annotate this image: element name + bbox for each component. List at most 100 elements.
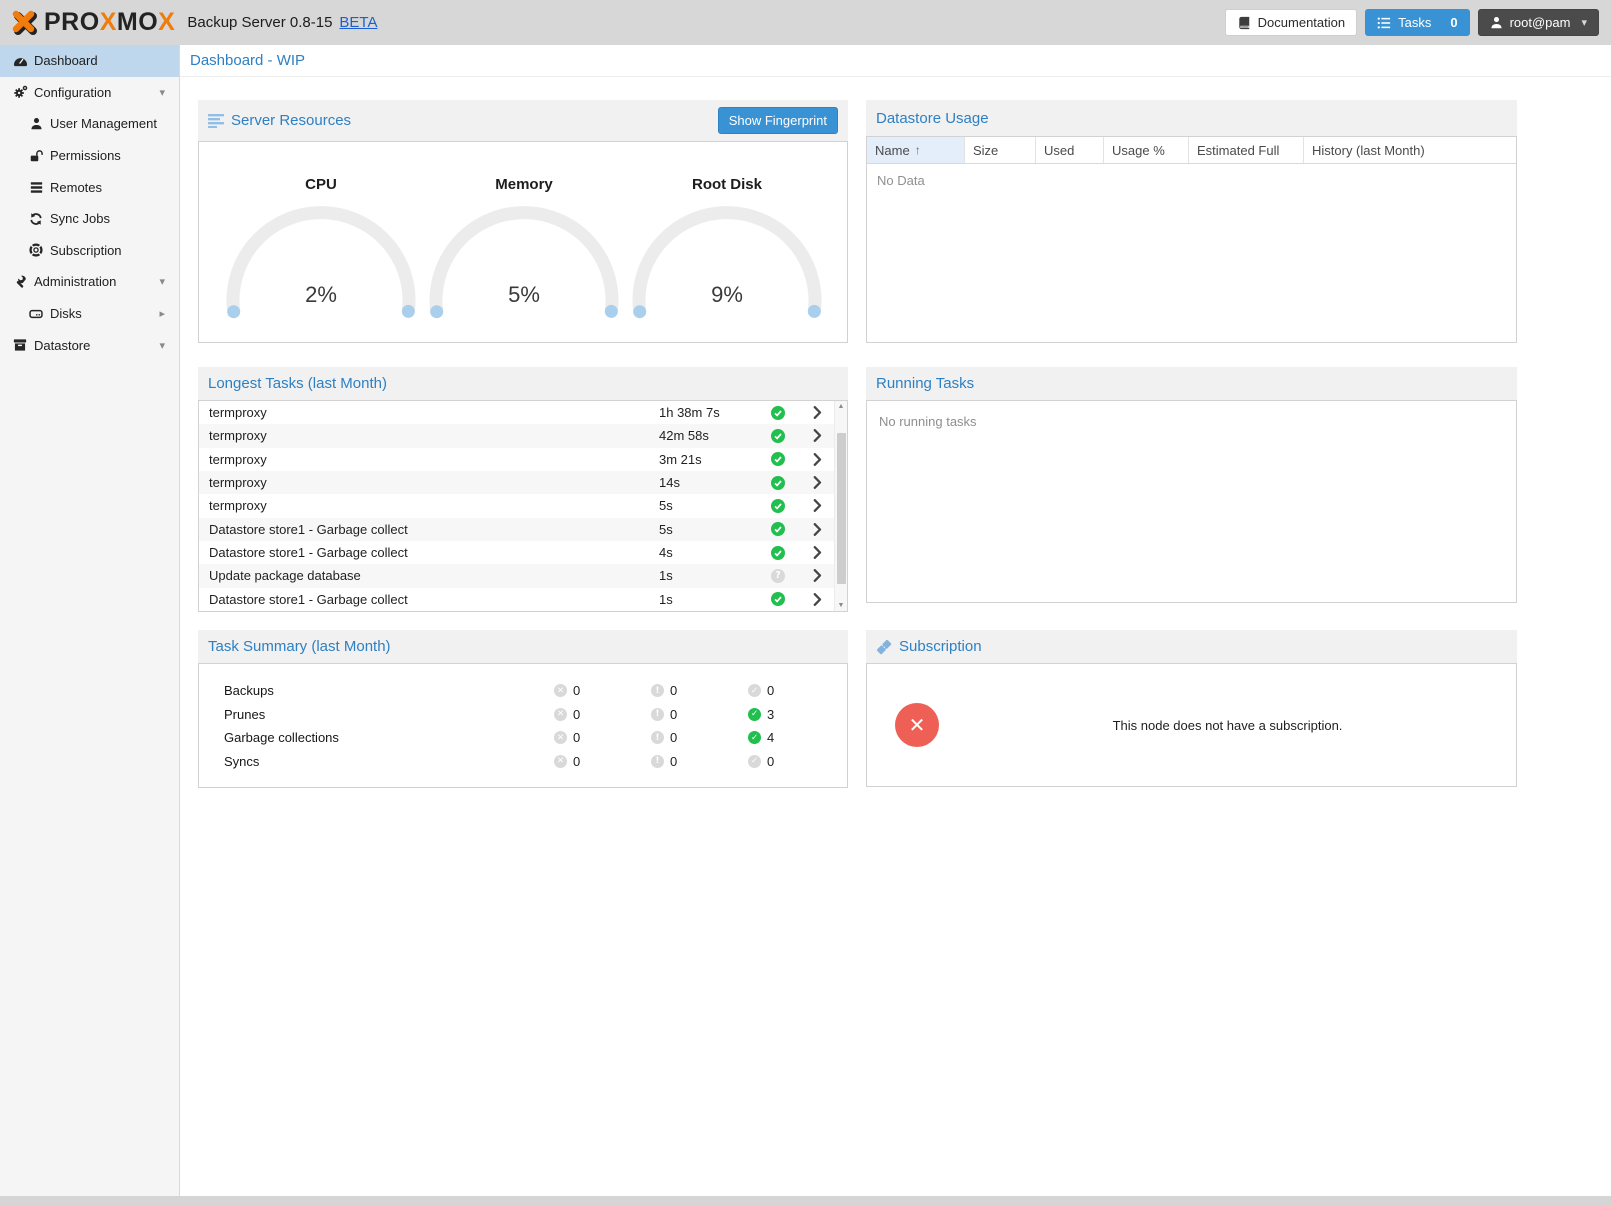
ok-count[interactable]: ✓3 [748,707,847,722]
sidebar-item-dashboard[interactable]: Dashboard [0,45,179,77]
summary-label: Syncs [224,754,554,769]
tasks-button[interactable]: Tasks 0 [1365,9,1469,36]
scrollbar-thumb[interactable] [837,433,846,584]
sidebar-item-configuration[interactable]: Configuration ▾ [0,77,179,109]
root-disk-gauge: Root Disk 9% [632,142,822,342]
error-count[interactable]: ✕0 [554,707,651,722]
chevron-right-icon[interactable] [799,476,835,489]
task-duration: 1s [659,568,757,583]
sidebar-label: Datastore [34,338,90,353]
beta-link[interactable]: BETA [339,14,377,31]
warning-count[interactable]: !0 [651,707,748,722]
warning-count[interactable]: !0 [651,683,748,698]
sidebar-item-permissions[interactable]: Permissions [0,140,179,172]
sidebar-item-sync-jobs[interactable]: Sync Jobs [0,203,179,235]
sort-ascending-icon: ↑ [915,143,921,157]
panel-title: Longest Tasks (last Month) [208,375,387,392]
chevron-right-icon[interactable] [799,569,835,582]
ok-count[interactable]: ✓4 [748,730,847,745]
user-icon [1490,16,1503,29]
proxmox-x-icon [10,9,40,37]
task-row[interactable]: Datastore store1 - Garbage collect 4s ? [199,541,834,564]
error-count[interactable]: ✕0 [554,754,651,769]
column-header-used[interactable]: Used [1036,137,1104,163]
scrollbar[interactable]: ▲ ▼ [834,401,847,611]
task-row[interactable]: termproxy 1h 38m 7s ? [199,401,834,424]
chevron-right-icon[interactable] [799,406,835,419]
user-label: root@pam [1510,15,1571,30]
resource-bars-icon [208,113,224,128]
sidebar-item-remotes[interactable]: Remotes [0,171,179,203]
tasks-label: Tasks [1398,15,1431,30]
task-name: termproxy [199,428,659,443]
documentation-button[interactable]: Documentation [1225,9,1357,36]
panel-title: Server Resources [231,112,351,129]
column-header-history[interactable]: History (last Month) [1304,137,1516,163]
user-menu-button[interactable]: root@pam ▾ [1478,9,1599,36]
task-row[interactable]: Update package database 1s ? [199,564,834,587]
scroll-down-icon[interactable]: ▼ [835,602,847,609]
summary-label: Garbage collections [224,730,554,745]
ok-circle-icon: ✓ [748,731,761,744]
chevron-right-icon[interactable] [799,593,835,606]
sidebar-item-user-management[interactable]: User Management [0,108,179,140]
task-name: Update package database [199,568,659,583]
error-circle-icon: ✕ [554,755,567,768]
tasks-count-badge: 0 [1450,15,1457,30]
error-circle-icon: ✕ [554,708,567,721]
sidebar-item-disks[interactable]: Disks ▸ [0,298,179,330]
column-header-estimated-full[interactable]: Estimated Full [1189,137,1304,163]
task-row[interactable]: termproxy 14s ? [199,471,834,494]
wrench-icon [12,274,28,290]
sidebar-item-administration[interactable]: Administration ▾ [0,266,179,298]
collapse-arrow-icon[interactable]: ▾ [159,86,165,99]
collapse-arrow-icon[interactable]: ▾ [159,275,165,288]
gauge-title: Root Disk [632,176,822,196]
error-count[interactable]: ✕0 [554,730,651,745]
sidebar-nav: Dashboard Configuration ▾ User M [0,45,180,1196]
scroll-up-icon[interactable]: ▲ [835,403,847,410]
task-row[interactable]: termproxy 42m 58s ? [199,424,834,447]
chevron-right-icon[interactable] [799,546,835,559]
warning-circle-icon: ! [651,755,664,768]
task-duration: 1s [659,592,757,607]
task-row[interactable]: Datastore store1 - Garbage collect 5s ? [199,518,834,541]
collapse-arrow-icon[interactable]: ▾ [159,339,165,352]
expand-arrow-icon[interactable]: ▸ [159,307,165,320]
chevron-right-icon[interactable] [799,429,835,442]
error-count[interactable]: ✕0 [554,683,651,698]
task-row[interactable]: Datastore store1 - Garbage collect 1s ? [199,588,834,611]
column-header-usage-pct[interactable]: Usage % [1104,137,1189,163]
task-name: Datastore store1 - Garbage collect [199,522,659,537]
sidebar-item-subscription[interactable]: Subscription [0,235,179,267]
sidebar-item-datastore[interactable]: Datastore ▾ [0,329,179,361]
task-name: termproxy [199,475,659,490]
warning-count[interactable]: !0 [651,730,748,745]
ticket-icon [876,639,892,655]
summary-row-backups: Backups ✕0 !0 ✓0 [199,679,847,703]
hard-disk-icon [28,306,44,322]
warning-count[interactable]: !0 [651,754,748,769]
datastore-table-header: Name ↑ Size Used Usage % Estimated Full … [867,137,1516,164]
ok-count[interactable]: ✓0 [748,754,847,769]
unlock-icon [28,148,44,164]
column-header-name[interactable]: Name ↑ [867,137,965,163]
ok-circle-icon: ✓ [748,684,761,697]
task-duration: 42m 58s [659,428,757,443]
bottom-status-strip [0,1196,1611,1206]
task-status-icon: ? [771,429,785,443]
chevron-right-icon[interactable] [799,523,835,536]
sync-refresh-icon [28,211,44,227]
ok-count[interactable]: ✓0 [748,683,847,698]
chevron-right-icon[interactable] [799,453,835,466]
task-row[interactable]: termproxy 5s ? [199,494,834,517]
task-row[interactable]: termproxy 3m 21s ? [199,448,834,471]
chevron-right-icon[interactable] [799,499,835,512]
gauge-title: Memory [429,176,619,196]
longest-tasks-panel: Longest Tasks (last Month) termproxy 1h … [198,367,848,612]
show-fingerprint-button[interactable]: Show Fingerprint [718,107,838,134]
task-list-icon [1377,16,1391,30]
content-title-bar: Dashboard - WIP [180,45,1611,77]
column-header-size[interactable]: Size [965,137,1036,163]
task-name: termproxy [199,498,659,513]
